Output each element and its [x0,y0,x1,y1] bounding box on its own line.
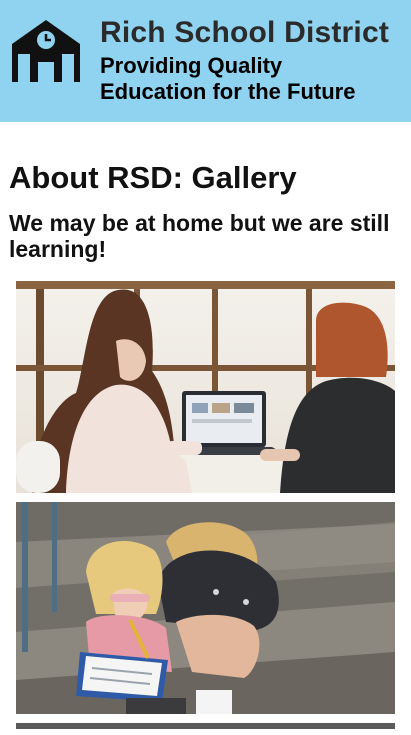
tagline-line-1: Providing Quality [100,53,283,78]
site-tagline: Providing Quality Education for the Futu… [100,53,389,105]
gallery-photo-next-edge [16,723,395,729]
site-header: Rich School District Providing Quality E… [0,0,411,122]
gallery-photo-children-steps[interactable] [16,502,395,714]
main-content: About RSD: Gallery We may be at home but… [0,160,411,729]
tagline-line-2: Education for the Future [100,79,356,104]
photo-gallery [9,281,402,729]
brand-block: Rich School District Providing Quality E… [100,16,389,105]
site-title[interactable]: Rich School District [100,16,389,50]
gallery-photo-laptop-students[interactable] [16,281,395,493]
page-subtitle: We may be at home but we are still learn… [9,210,390,262]
school-building-icon[interactable] [8,18,84,82]
page-title: About RSD: Gallery [9,160,297,195]
